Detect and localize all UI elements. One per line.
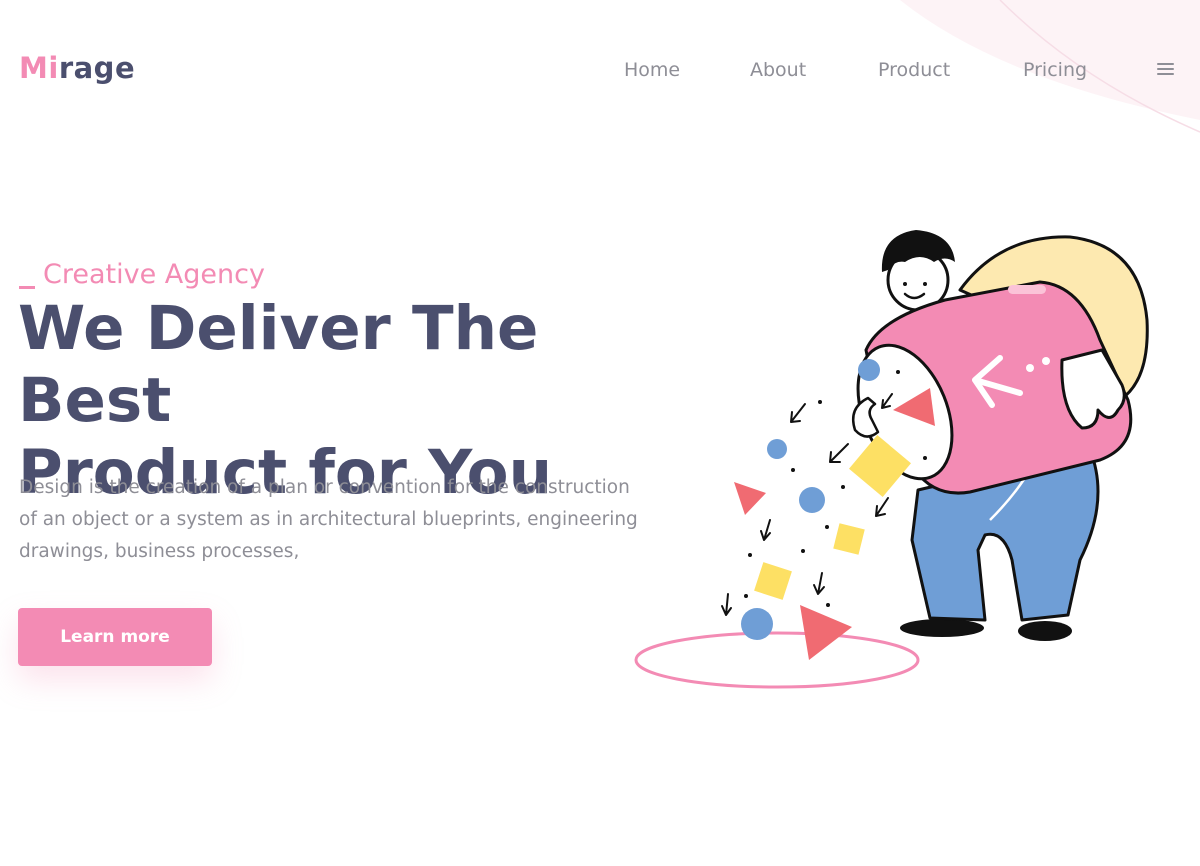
main-nav: Home About Product Pricing — [0, 56, 1200, 84]
shape-circle — [799, 487, 825, 513]
nav-item-product[interactable]: Product — [878, 56, 950, 84]
nav-item-pricing[interactable]: Pricing — [1023, 56, 1087, 84]
nav-item-about[interactable]: About — [750, 56, 806, 84]
hero-description: Design is the creation of a plan or conv… — [19, 477, 638, 562]
right-shoe — [1018, 621, 1072, 641]
shape-triangle — [734, 482, 766, 515]
eyebrow-dash — [19, 286, 35, 289]
shape-circle — [767, 439, 787, 459]
shape-square — [754, 562, 792, 600]
nav-item-home[interactable]: Home — [624, 56, 680, 84]
hero-eyebrow: Creative Agency — [19, 258, 265, 292]
hamburger-menu-icon[interactable] — [1157, 63, 1174, 77]
shape-square — [833, 523, 865, 555]
hero-eyebrow-text: Creative Agency — [43, 259, 265, 290]
ground-ellipse — [634, 631, 920, 689]
person-pouring-shapes-illustration — [634, 230, 1149, 689]
left-shoe — [900, 619, 984, 637]
learn-more-button[interactable]: Learn more — [18, 608, 212, 666]
shape-circle — [741, 608, 773, 640]
shape-circle — [858, 359, 880, 381]
hero-title-line1: We Deliver The Best — [18, 293, 539, 436]
shape-triangle — [800, 605, 852, 660]
